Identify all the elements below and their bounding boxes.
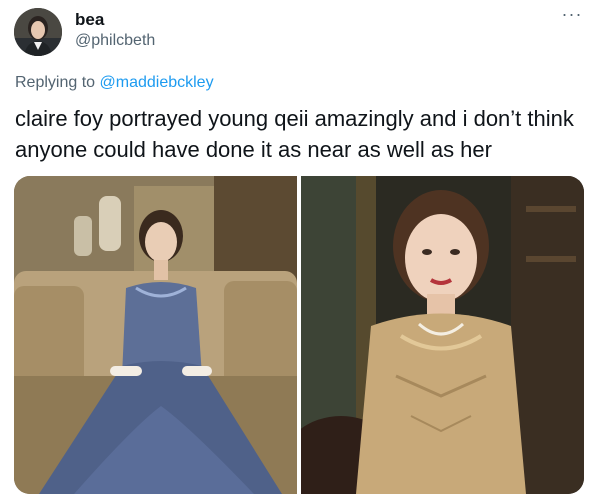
tweet-text: claire foy portrayed young qeii amazingl… (15, 106, 574, 162)
tweet-card[interactable]: bea @philcbeth ··· Replying to @maddiebc… (0, 0, 599, 503)
author-handle[interactable]: @philcbeth (75, 32, 155, 50)
media-photo-2[interactable] (301, 176, 584, 494)
author-display-name[interactable]: bea (75, 10, 104, 30)
author-avatar[interactable] (14, 8, 62, 56)
tweet-media-grid (14, 176, 584, 494)
replying-to-label: Replying to (15, 74, 100, 91)
reply-mention-link[interactable]: @maddiebckley (100, 74, 214, 91)
person-portrait-avatar-icon (14, 8, 62, 56)
photo-woman-gold-dress-portrait-icon (301, 176, 584, 494)
media-photo-1[interactable] (14, 176, 297, 494)
photo-woman-blue-gown-on-sofa-icon (14, 176, 297, 494)
replying-to-line: Replying to @maddiebckley (15, 74, 214, 92)
more-options-icon[interactable]: ··· (561, 5, 583, 24)
